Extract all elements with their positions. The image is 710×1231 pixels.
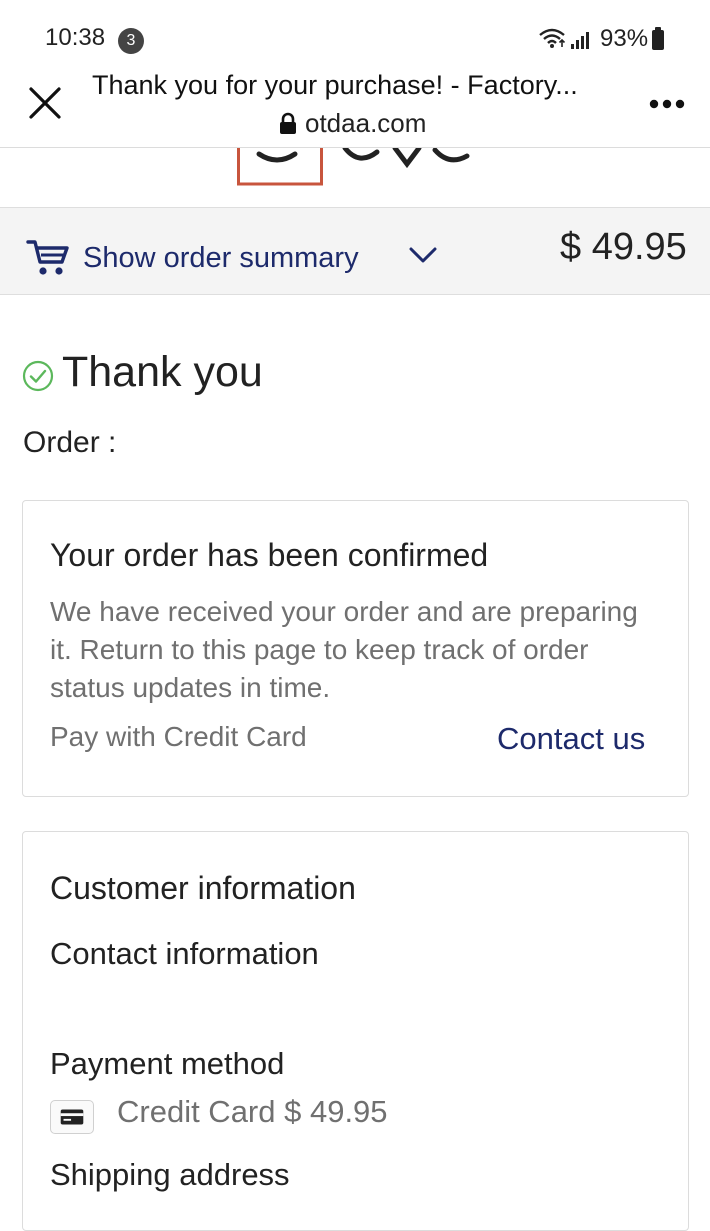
payment-method-text: Pay with Credit Card: [50, 721, 307, 752]
order-total-price: $ 49.95: [560, 226, 687, 268]
notification-count-badge: 3: [118, 28, 144, 54]
customer-information-card: Customer information Contact information…: [22, 831, 689, 1231]
credit-card-icon: [50, 1100, 94, 1134]
order-confirmed-card: Your order has been confirmed We have re…: [22, 500, 689, 797]
battery-icon: [652, 27, 664, 50]
close-icon[interactable]: [28, 86, 62, 120]
payment-method-detail: Credit Card $ 49.95: [117, 1094, 388, 1129]
check-circle-icon: [22, 360, 54, 392]
thank-you-heading: Thank you: [62, 348, 263, 396]
order-confirmed-message: We have received your order and are prep…: [50, 596, 638, 703]
customer-information-title: Customer information: [50, 870, 356, 906]
shopping-cart-icon: [26, 240, 69, 275]
signal-icon: [571, 32, 589, 49]
chevron-down-icon: [409, 247, 437, 263]
wifi-icon: [539, 28, 566, 48]
battery-percentage: 93%: [600, 25, 649, 52]
page-title: Thank you for your purchase! - Factory..…: [92, 70, 578, 100]
shipping-address-heading: Shipping address: [50, 1157, 290, 1192]
lock-icon: [280, 112, 296, 134]
contact-us-link[interactable]: Contact us: [497, 721, 645, 757]
status-time: 10:38: [45, 24, 106, 51]
payment-method-heading: Payment method: [50, 1046, 285, 1081]
page-domain: otdaa.com: [305, 108, 427, 138]
order-confirmed-title: Your order has been confirmed: [50, 537, 489, 573]
store-logo: [237, 148, 470, 186]
order-number-label: Order :: [23, 426, 117, 459]
order-summary-toggle[interactable]: Show order summary $ 49.95: [0, 207, 710, 295]
order-summary-label: Show order summary: [83, 242, 359, 274]
more-options-icon[interactable]: [648, 98, 686, 110]
contact-information-heading: Contact information: [50, 936, 319, 971]
